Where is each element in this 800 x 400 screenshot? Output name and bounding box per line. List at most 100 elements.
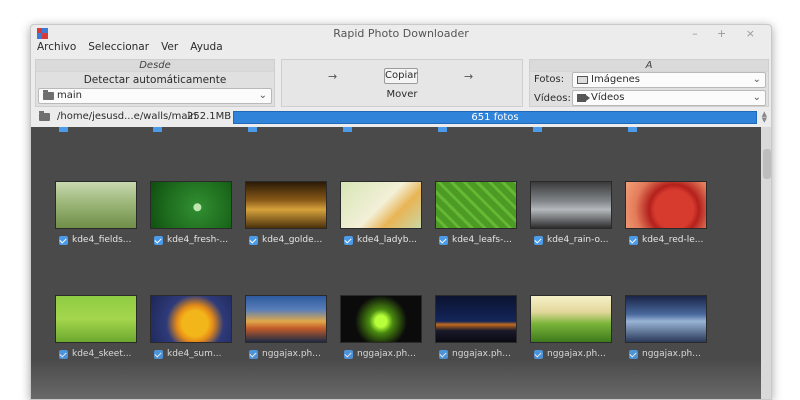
- action-panel: → Copiar → Mover: [281, 59, 523, 107]
- checkbox-partial[interactable]: [438, 127, 447, 132]
- video-camera-icon: [577, 94, 590, 102]
- checkbox-checked-icon[interactable]: [344, 349, 353, 359]
- menu-archivo[interactable]: Archivo: [37, 41, 76, 57]
- thumbnail-filename: kde4_ladyb...: [357, 235, 418, 245]
- videos-destination-select[interactable]: Vídeos ⌄: [572, 90, 766, 106]
- thumbnail-image[interactable]: [340, 295, 422, 343]
- thumbnail-caption: nggajax.ph...: [340, 348, 422, 360]
- checkbox-checked-icon[interactable]: [344, 235, 353, 245]
- source-panel: Desde Detectar automáticamente main ⌄: [35, 59, 275, 107]
- thumbnail-image[interactable]: [435, 295, 517, 343]
- checkbox-partial[interactable]: [343, 127, 352, 132]
- thumbnail-item[interactable]: kde4_leafs-...: [435, 181, 517, 246]
- thumbnail-image[interactable]: [150, 181, 232, 229]
- checkbox-partial[interactable]: [153, 127, 162, 132]
- menu-seleccionar[interactable]: Seleccionar: [88, 41, 149, 57]
- chevron-down-icon: ⌄: [752, 74, 761, 85]
- thumbnail-image[interactable]: [150, 295, 232, 343]
- checkbox-checked-icon[interactable]: [439, 349, 448, 359]
- menu-ayuda[interactable]: Ayuda: [190, 41, 222, 57]
- photos-destination-value: Imágenes: [591, 74, 641, 85]
- thumbnail-filename: kde4_leafs-...: [452, 235, 512, 245]
- thumbnail-item[interactable]: kde4_fields...: [55, 181, 137, 246]
- thumbnail-image[interactable]: [435, 181, 517, 229]
- thumbnail-item[interactable]: kde4_sum...: [150, 295, 232, 360]
- move-button[interactable]: Mover: [382, 89, 422, 100]
- auto-detect-toggle[interactable]: Detectar automáticamente: [36, 74, 274, 86]
- thumbnail-image[interactable]: [340, 181, 422, 229]
- thumbnail-filename: nggajax.ph...: [452, 349, 511, 359]
- thumbnail-filename: kde4_fields...: [72, 235, 132, 245]
- image-icon: [577, 76, 588, 84]
- thumbnail-item[interactable]: kde4_golde...: [245, 181, 327, 246]
- thumbnail-item[interactable]: kde4_red-le...: [625, 181, 707, 246]
- source-device-select[interactable]: main ⌄: [38, 88, 272, 104]
- thumbnail-item[interactable]: kde4_ladyb...: [340, 181, 422, 246]
- videos-destination-value: Vídeos: [591, 92, 625, 103]
- checkbox-partial[interactable]: [628, 127, 637, 132]
- thumbnail-image[interactable]: [625, 295, 707, 343]
- thumbnail-caption: kde4_golde...: [245, 234, 327, 246]
- checkbox-checked-icon[interactable]: [154, 235, 163, 245]
- photos-label: Fotos:: [534, 74, 565, 85]
- checkbox-checked-icon[interactable]: [439, 235, 448, 245]
- thumbnail-filename: nggajax.ph...: [547, 349, 606, 359]
- spinner-arrows-icon[interactable]: ▲ ▼: [762, 111, 767, 124]
- thumbnail-item[interactable]: nggajax.ph...: [530, 295, 612, 360]
- copy-button[interactable]: Copiar: [384, 68, 418, 84]
- thumbnail-image[interactable]: [55, 295, 137, 343]
- window-title: Rapid Photo Downloader: [333, 27, 469, 40]
- thumbnail-filename: kde4_sum...: [167, 349, 222, 359]
- thumbnail-caption: nggajax.ph...: [530, 348, 612, 360]
- checkbox-checked-icon[interactable]: [534, 349, 543, 359]
- device-status-bar: /home/jesusd...e/walls/main 252.1MB 651 …: [35, 111, 769, 125]
- menu-ver[interactable]: Ver: [161, 41, 178, 57]
- thumbnail-filename: kde4_skeet...: [72, 349, 132, 359]
- thumbnail-filename: nggajax.ph...: [642, 349, 701, 359]
- window-controls[interactable]: – + ×: [692, 27, 763, 40]
- thumbnail-item[interactable]: nggajax.ph...: [245, 295, 327, 360]
- photos-destination-select[interactable]: Imágenes ⌄: [572, 72, 766, 88]
- arrow-right-icon: →: [464, 70, 474, 83]
- thumbnail-item[interactable]: nggajax.ph...: [435, 295, 517, 360]
- checkbox-checked-icon[interactable]: [154, 349, 163, 359]
- videos-label: Vídeos:: [534, 93, 571, 104]
- thumbnail-image[interactable]: [530, 295, 612, 343]
- menu-bar: Archivo Seleccionar Ver Ayuda: [31, 41, 223, 57]
- destination-panel: A Fotos: Imágenes ⌄ Vídeos: Vídeos ⌄: [529, 59, 769, 107]
- checkbox-checked-icon[interactable]: [249, 349, 258, 359]
- folder-icon: [43, 90, 54, 100]
- thumbnail-image[interactable]: [625, 181, 707, 229]
- thumbnail-filename: kde4_red-le...: [642, 235, 704, 245]
- thumbnail-item[interactable]: kde4_rain-o...: [530, 181, 612, 246]
- thumbnail-item[interactable]: kde4_fresh-...: [150, 181, 232, 246]
- checkbox-checked-icon[interactable]: [249, 235, 258, 245]
- thumbnail-item[interactable]: kde4_skeet...: [55, 295, 137, 360]
- scroll-thumb[interactable]: [763, 149, 771, 179]
- thumbnail-caption: kde4_leafs-...: [435, 234, 517, 246]
- folder-icon: [39, 111, 50, 121]
- thumbnail-item[interactable]: nggajax.ph...: [625, 295, 707, 360]
- checkbox-checked-icon[interactable]: [629, 349, 638, 359]
- thumbnail-image[interactable]: [530, 181, 612, 229]
- checkbox-partial[interactable]: [533, 127, 542, 132]
- thumbnail-image[interactable]: [55, 181, 137, 229]
- thumbnail-caption: nggajax.ph...: [625, 348, 707, 360]
- thumbnail-image[interactable]: [245, 181, 327, 229]
- checkbox-checked-icon[interactable]: [59, 349, 68, 359]
- thumbnail-caption: kde4_skeet...: [55, 348, 137, 360]
- chevron-down-icon: ⌄: [258, 90, 267, 101]
- checkbox-checked-icon[interactable]: [629, 235, 638, 245]
- checkbox-checked-icon[interactable]: [534, 235, 543, 245]
- checkbox-partial[interactable]: [248, 127, 257, 132]
- checkbox-checked-icon[interactable]: [59, 235, 68, 245]
- download-progress-bar: 651 fotos: [233, 111, 757, 124]
- thumbnail-filename: kde4_fresh-...: [167, 235, 229, 245]
- vertical-scrollbar[interactable]: [761, 127, 771, 399]
- checkbox-partial[interactable]: [59, 127, 68, 132]
- thumbnail-caption: kde4_red-le...: [625, 234, 707, 246]
- thumbnail-caption: nggajax.ph...: [435, 348, 517, 360]
- thumbnail-caption: kde4_sum...: [150, 348, 232, 360]
- thumbnail-item[interactable]: nggajax.ph...: [340, 295, 422, 360]
- thumbnail-image[interactable]: [245, 295, 327, 343]
